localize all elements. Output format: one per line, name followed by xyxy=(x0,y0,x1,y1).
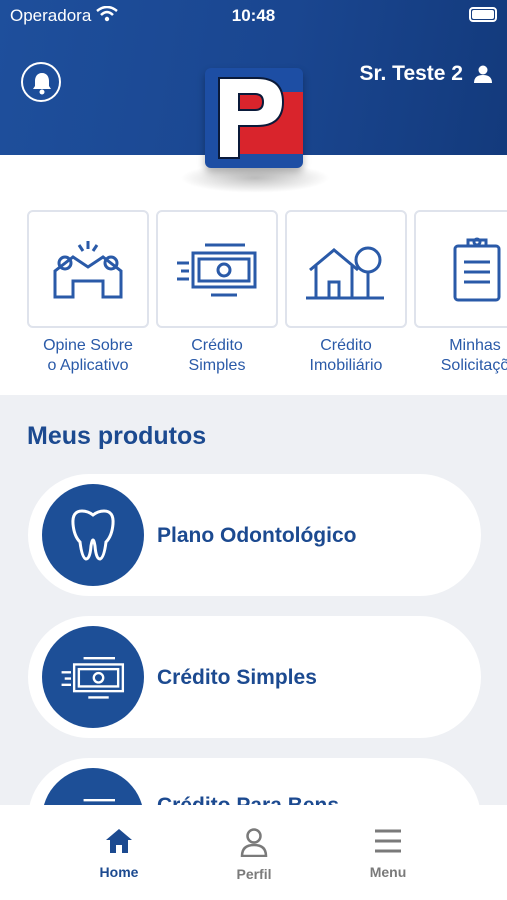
product-name: Plano Odontológico xyxy=(157,524,357,547)
logo-p-mark xyxy=(218,77,285,159)
product-name: Crédito Simples xyxy=(157,666,317,689)
brand-logo xyxy=(180,68,330,198)
person-icon xyxy=(474,65,492,83)
tab-menu[interactable]: Menu xyxy=(343,827,433,880)
tab-label: Menu xyxy=(369,864,407,880)
bell-icon xyxy=(33,73,51,95)
hamburger-icon xyxy=(375,829,401,853)
battery-icon xyxy=(469,7,497,22)
notifications-button[interactable] xyxy=(21,62,61,102)
money-icon xyxy=(177,243,257,297)
product-card-plano-odontologico[interactable]: Plano Odontológico xyxy=(28,474,481,596)
home-icon xyxy=(106,829,132,853)
shortcut-credito-imobiliario[interactable]: Crédito Imobiliário xyxy=(285,210,407,376)
status-time: 10:48 xyxy=(231,6,276,25)
hands-house-icon xyxy=(53,241,123,299)
shortcut-label: Crédito Simples xyxy=(188,337,246,374)
tab-home[interactable]: Home xyxy=(74,827,164,880)
tab-perfil[interactable]: Perfil xyxy=(209,827,299,882)
user-name: Sr. Teste 2 xyxy=(359,62,463,85)
person-icon xyxy=(240,828,268,858)
user-profile-button[interactable]: Sr. Teste 2 xyxy=(359,62,493,86)
house-tree-icon xyxy=(306,246,384,300)
shortcut-label: Opine Sobre o Aplicativo xyxy=(43,337,133,374)
product-card-credito-simples[interactable]: Crédito Simples xyxy=(28,616,481,738)
shortcut-minhas-solicitacoes[interactable]: Minhas Solicitaçõ xyxy=(414,210,507,376)
shortcut-credito-simples[interactable]: Crédito Simples xyxy=(156,210,278,376)
shortcut-label: Minhas Solicitaçõ xyxy=(440,337,507,374)
tab-label: Home xyxy=(99,864,139,880)
tooth-icon xyxy=(71,509,115,561)
status-bar: Operadora 10:48 xyxy=(0,0,507,30)
money-icon xyxy=(61,656,125,699)
shortcut-opine-aplicativo[interactable]: Opine Sobre o Aplicativo xyxy=(27,210,149,376)
clipboard-icon xyxy=(453,237,501,302)
bottom-tab-bar: Home Perfil Menu xyxy=(0,805,507,900)
section-title-meus-produtos: Meus produtos xyxy=(27,422,207,450)
tab-label: Perfil xyxy=(236,866,272,882)
shortcut-label: Crédito Imobiliário xyxy=(309,337,383,374)
shortcuts-row: Opine Sobre o Aplicativo Crédito Simples… xyxy=(27,210,507,376)
